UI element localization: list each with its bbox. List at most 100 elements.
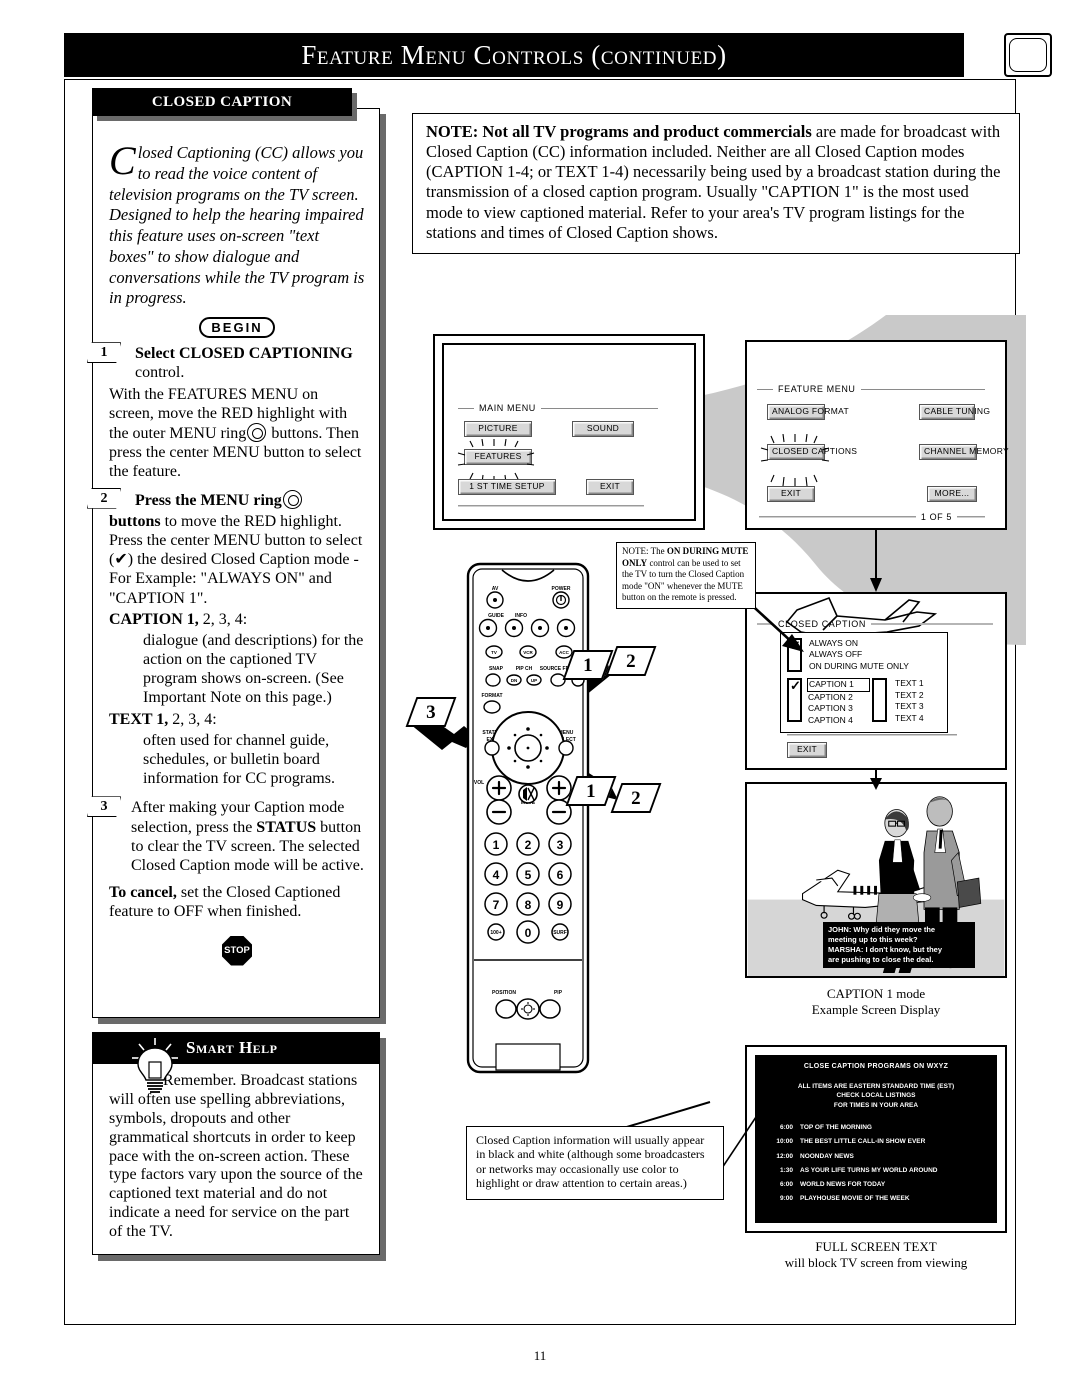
caption-modes-label: CAPTION 1, <box>109 610 199 628</box>
remote-label-power: POWER <box>552 586 571 592</box>
listing-row: 9:00 PLAYHOUSE MOVIE OF THE WEEK <box>761 1195 991 1202</box>
listing-program-5: WORLD NEWS FOR TODAY <box>800 1180 886 1188</box>
feature-menu-exit-button[interactable]: EXIT <box>767 486 815 502</box>
caption-modes-label-tail: 2, 3, 4: <box>198 610 248 628</box>
cc-caption-option-2[interactable]: CAPTION 2 <box>808 692 870 703</box>
caption-checkbox-column[interactable]: ✓ <box>787 678 802 723</box>
remote-label-pip: PIP <box>554 990 563 996</box>
listing-row: 6:00 WORLD NEWS FOR TODAY <box>761 1181 991 1188</box>
step-2-number: 2 <box>87 487 121 509</box>
remote-label-guide: GUIDE <box>488 613 505 619</box>
remote-key-6: 6 <box>557 868 564 882</box>
main-menu-exit-button[interactable]: EXIT <box>586 479 634 495</box>
stop-marker-row: STOP <box>109 935 365 966</box>
step-1-heading-tail: control. <box>135 364 185 382</box>
svg-text:VCR: VCR <box>523 650 533 655</box>
intro-dropcap: C <box>109 138 136 183</box>
smart-help-title: Smart Help <box>186 1038 278 1057</box>
cc-caption-option-4[interactable]: CAPTION 4 <box>808 715 870 726</box>
arrow-caption-to-photo-icon <box>870 770 882 790</box>
remote-label-info: INFO <box>515 613 527 619</box>
full-screen-text-screen: CLOSE CAPTION PROGRAMS ON WXYZ ALL ITEMS… <box>745 1045 1007 1233</box>
feature-menu-cable-tuning-button[interactable]: CABLE TUNING <box>919 404 990 420</box>
closed-caption-banner: CLOSED CAPTION <box>92 88 352 116</box>
begin-marker: BEGIN <box>199 317 275 339</box>
svg-text:ACC: ACC <box>559 650 569 655</box>
cc-caption-option-3[interactable]: CAPTION 3 <box>808 703 870 714</box>
remote-key-3: 3 <box>557 838 564 852</box>
stop-marker: STOP <box>222 935 252 966</box>
menu-ring-icon-2 <box>282 489 302 509</box>
highlight-sparkle-icon-2 <box>760 434 830 487</box>
svg-text:TV: TV <box>491 650 497 655</box>
cc-mode-option-always-on[interactable]: ALWAYS ON <box>809 638 909 649</box>
main-menu-first-time-setup-button[interactable]: 1 ST TIME SETUP <box>458 479 556 495</box>
caption-overlay-line-2: meeting up to this week? <box>828 934 918 944</box>
cc-text-option-1[interactable]: TEXT 1 <box>895 678 924 689</box>
closed-caption-section: Closed Captioning (CC) allows you to rea… <box>87 108 386 1024</box>
callout-2a: 2 <box>605 646 657 676</box>
cc-caption-option-1[interactable]: CAPTION 1 <box>807 678 870 692</box>
text-modes-label: TEXT 1, <box>109 710 169 728</box>
full-screen-text-title: CLOSE CAPTION PROGRAMS ON WXYZ <box>803 1063 949 1070</box>
closed-caption-banner-label: CLOSED CAPTION <box>151 93 293 110</box>
text-checkbox-column[interactable] <box>872 678 887 723</box>
listing-row: 6:00 TOP OF THE MORNING <box>761 1124 991 1131</box>
listing-program-4: AS YOUR LIFE TURNS MY WORLD AROUND <box>800 1166 938 1174</box>
full-screen-text-subtitle-1: ALL ITEMS ARE EASTERN STANDARD TIME (EST… <box>797 1083 955 1090</box>
step-3-number: 3 <box>87 796 121 818</box>
page-header-bar: Feature Menu Controls (continued) <box>64 33 964 77</box>
remote-key-9: 9 <box>557 898 564 912</box>
main-menu-sound-button[interactable]: SOUND <box>572 421 634 437</box>
feature-menu-analog-format-button[interactable]: ANALOG FORMAT <box>767 404 849 420</box>
smart-help-section: Smart Help Remember. Broadcast stations … <box>92 1032 386 1261</box>
cc-mode-option-always-off[interactable]: ALWAYS OFF <box>809 649 909 660</box>
listing-time-6: 9:00 <box>779 1194 793 1202</box>
main-menu-picture-button[interactable]: PICTURE <box>464 421 532 437</box>
feature-menu-more-button[interactable]: MORE... <box>927 486 977 502</box>
step-2: 2 Press the MENU ring <box>87 487 365 510</box>
text-modes-label-tail: 2, 3, 4: <box>168 710 217 728</box>
cc-mode-option-on-during-mute[interactable]: ON DURING MUTE ONLY <box>809 661 909 672</box>
step-1-number: 1 <box>87 342 121 364</box>
example-photo-label-line1: CAPTION 1 mode <box>826 986 926 1001</box>
remote-label-snap: SNAP <box>489 666 504 672</box>
listing-program-6: PLAYHOUSE MOVIE OF THE WEEK <box>800 1194 910 1202</box>
remote-key-1: 1 <box>493 838 500 852</box>
remote-label-av: AV <box>492 586 499 592</box>
remote-key-2: 2 <box>525 838 532 852</box>
smart-help-paragraph: Remember. Broadcast stations will often … <box>109 1072 363 1240</box>
begin-marker-row: BEGIN <box>109 317 365 339</box>
svg-text:UP: UP <box>531 678 537 683</box>
step-1: 1 Select CLOSED CAPTIONING control. <box>87 342 365 382</box>
main-menu-screen-inner: MAIN MENU PICTURE SOUND FEATURES 1 ST TI… <box>442 343 696 521</box>
feature-menu-title: FEATURE MENU <box>778 384 856 394</box>
mute-note-lead: NOTE: The <box>622 546 667 556</box>
step-2-heading-tail: buttons <box>109 512 161 530</box>
page-corner-icon <box>1004 33 1052 77</box>
smart-help-text: Remember. Broadcast stations will often … <box>109 1072 365 1242</box>
status-button-ref: STATUS <box>256 818 317 836</box>
feature-menu-channel-memory-button[interactable]: CHANNEL MEMORY <box>919 444 1009 460</box>
intro-paragraph: Closed Captioning (CC) allows you to rea… <box>109 138 365 309</box>
listing-time-5: 6:00 <box>779 1180 793 1188</box>
page-title: Feature Menu Controls (continued) <box>301 39 727 70</box>
step-1-heading: Select CLOSED CAPTIONING <box>135 345 353 363</box>
cc-text-option-3[interactable]: TEXT 3 <box>895 701 924 712</box>
example-photo-label: CAPTION 1 mode Example Screen Display <box>745 986 1007 1018</box>
remote-label-vol: VOL <box>474 780 484 786</box>
arrow-feature-to-caption-icon <box>870 530 882 592</box>
step-3: 3 After making your Caption mode selecti… <box>87 796 365 875</box>
cc-text-option-2[interactable]: TEXT 2 <box>895 690 924 701</box>
full-screen-text-label: FULL SCREEN TEXT will block TV screen fr… <box>745 1239 1007 1271</box>
listing-program-2: THE BEST LITTLE CALL-IN SHOW EVER <box>800 1138 926 1146</box>
step-2-body: buttons to move the RED highlight. Press… <box>109 512 365 608</box>
feature-menu-page-indicator: 1 OF 5 <box>920 512 952 522</box>
cancel-label: To cancel, <box>109 884 177 902</box>
full-screen-text-label-line1: FULL SCREEN TEXT <box>815 1239 937 1254</box>
closed-caption-exit-button[interactable]: EXIT <box>787 742 827 758</box>
cc-text-option-4[interactable]: TEXT 4 <box>895 713 924 724</box>
remote-label-format: FORMAT <box>481 693 502 699</box>
cancel-note: To cancel, set the Closed Captioned feat… <box>109 883 365 921</box>
caption-color-note-text: Closed Caption information will usually … <box>476 1133 705 1191</box>
